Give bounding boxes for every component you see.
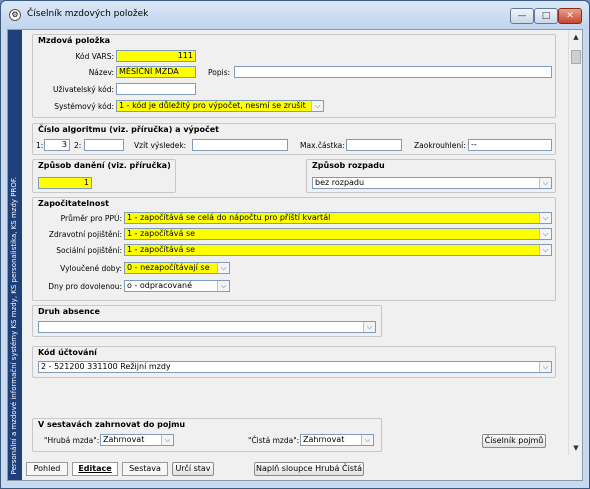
kod-uctovani-value: 2 - 521200 331100 Režijní mzdy	[41, 362, 171, 371]
chevron-down-icon: ⌵	[539, 362, 551, 372]
section-title-zpusob-daneni: Způsob danění (viz. příručka)	[38, 161, 171, 170]
brand-sidebar: Personální a mzdové informační systémy K…	[8, 30, 22, 480]
popis-label: Popis:	[208, 68, 231, 77]
zaokrouhleni-label: Zaokrouhlení:	[414, 141, 466, 150]
systemovy-kod-value: 1 - kód je důležitý pro výpočet, nesmí s…	[119, 101, 306, 110]
napln-sloupce-button[interactable]: Naplň sloupce Hrubá Čistá	[254, 462, 364, 476]
systemovy-kod-select[interactable]: 1 - kód je důležitý pro výpočet, nesmí s…	[116, 100, 324, 112]
close-button[interactable]: ✕	[558, 8, 582, 24]
prumer-ppu-select[interactable]: 1 - započítává se celá do nápočtu pro př…	[124, 212, 552, 224]
algoritmus-1-field[interactable]: 3	[44, 139, 70, 151]
client-area: Personální a mzdové informační systémy K…	[7, 29, 583, 481]
algoritmus-1-label: 1:	[36, 141, 44, 150]
vertical-scrollbar[interactable]: ▲ ▼	[568, 30, 582, 455]
socialni-pojisteni-value: 1 - započítává se	[127, 245, 196, 254]
zdravotni-pojisteni-select[interactable]: 1 - započítává se ⌵	[124, 228, 552, 240]
zpusob-daneni-field[interactable]: 1	[38, 177, 92, 189]
vzit-vysledek-label: Vzít výsledek:	[134, 141, 187, 150]
maximize-button[interactable]: □	[534, 8, 558, 24]
dny-pro-dovolenou-value: o - odpracované	[127, 281, 193, 290]
vzit-vysledek-field[interactable]	[192, 139, 288, 151]
zdravotni-pojisteni-label: Zdravotní pojištění:	[48, 230, 122, 239]
scroll-down-icon[interactable]: ▼	[569, 441, 583, 455]
title-bar[interactable]: ⚙ Číselník mzdových položek — □ ✕	[1, 1, 589, 29]
nazev-label: Název:	[88, 68, 114, 77]
zpusob-rozpadu-value: bez rozpadu	[315, 178, 365, 187]
zaokrouhleni-field[interactable]: --	[468, 139, 552, 151]
ciselnik-pojmu-button[interactable]: Číselník pojmů	[482, 434, 546, 448]
popis-field[interactable]	[234, 66, 552, 78]
scroll-thumb[interactable]	[571, 50, 581, 64]
algoritmus-2-label: 2:	[74, 141, 82, 150]
section-title-algoritmus: Číslo algoritmu (viz. příručka) a výpoče…	[38, 125, 219, 134]
max-castka-label: Max.částka:	[300, 141, 345, 150]
hruba-mzda-value: Zahrnovat	[103, 435, 145, 444]
section-title-mzdova-polozka: Mzdová položka	[38, 36, 111, 45]
uzivatelsky-kod-field[interactable]	[116, 83, 196, 95]
tab-sestava[interactable]: Sestava	[122, 462, 168, 476]
dny-pro-dovolenou-label: Dny pro dovolenou:	[48, 282, 122, 291]
sidebar-text: Personální a mzdové informační systémy K…	[10, 176, 18, 474]
vyloucene-doby-select[interactable]: 0 - nezapočítávají se ⌵	[124, 262, 230, 274]
section-title-sestavy: V sestavách zahrnovat do pojmu	[38, 420, 186, 429]
kod-uctovani-select[interactable]: 2 - 521200 331100 Režijní mzdy ⌵	[38, 361, 552, 373]
urci-stav-button[interactable]: Určí stav	[172, 462, 214, 476]
tab-pohled[interactable]: Pohled	[26, 462, 68, 476]
bottom-toolbar: Pohled Editace Sestava Určí stav Naplň s…	[22, 460, 582, 480]
app-icon: ⚙	[9, 9, 21, 21]
chevron-down-icon: ⌵	[217, 281, 229, 291]
chevron-down-icon: ⌵	[217, 263, 229, 273]
section-title-druh-absence: Druh absence	[38, 307, 100, 316]
zpusob-rozpadu-select[interactable]: bez rozpadu ⌵	[312, 177, 552, 189]
section-title-zapocitatelnost: Započitatelnost	[38, 199, 109, 208]
chevron-down-icon: ⌵	[161, 435, 173, 445]
nazev-field[interactable]: MĚSÍČNÍ MZDA	[116, 66, 196, 78]
prumer-ppu-label: Průměr pro PPÚ:	[60, 214, 122, 223]
hruba-mzda-label: "Hrubá mzda":	[44, 436, 100, 445]
form-content: Mzdová položka Kód VARS: 111 Název: MĚSÍ…	[28, 30, 568, 455]
scroll-up-icon[interactable]: ▲	[569, 30, 583, 44]
window-title: Číselník mzdových položek	[27, 9, 149, 19]
druh-absence-select[interactable]: ⌵	[38, 321, 376, 333]
chevron-down-icon: ⌵	[361, 435, 373, 445]
cista-mzda-select[interactable]: Zahrnovat ⌵	[300, 434, 374, 446]
kod-vars-label: Kód VARS:	[75, 52, 114, 61]
socialni-pojisteni-label: Sociální pojištění:	[56, 246, 122, 255]
kod-vars-field[interactable]: 111	[116, 50, 196, 62]
uzivatelsky-kod-label: Uživatelský kód:	[53, 85, 114, 94]
max-castka-field[interactable]	[346, 139, 402, 151]
chevron-down-icon: ⌵	[539, 213, 551, 223]
systemovy-kod-label: Systémový kód:	[54, 102, 114, 111]
minimize-button[interactable]: —	[510, 8, 534, 24]
vyloucene-doby-label: Vyloučené doby:	[60, 264, 122, 273]
chevron-down-icon: ⌵	[539, 229, 551, 239]
section-title-zpusob-rozpadu: Způsob rozpadu	[312, 161, 385, 170]
socialni-pojisteni-select[interactable]: 1 - započítává se ⌵	[124, 244, 552, 256]
chevron-down-icon: ⌵	[539, 178, 551, 188]
algoritmus-2-field[interactable]	[84, 139, 124, 151]
main-window: ⚙ Číselník mzdových položek — □ ✕ Person…	[0, 0, 590, 489]
cista-mzda-value: Zahrnovat	[303, 435, 345, 444]
chevron-down-icon: ⌵	[539, 245, 551, 255]
hruba-mzda-select[interactable]: Zahrnovat ⌵	[100, 434, 174, 446]
tab-editace[interactable]: Editace	[72, 462, 118, 476]
cista-mzda-label: "Čistá mzda":	[248, 436, 300, 445]
chevron-down-icon: ⌵	[363, 322, 375, 332]
prumer-ppu-value: 1 - započítává se celá do nápočtu pro př…	[127, 213, 331, 222]
dny-pro-dovolenou-select[interactable]: o - odpracované ⌵	[124, 280, 230, 292]
chevron-down-icon: ⌵	[311, 101, 323, 111]
vyloucene-doby-value: 0 - nezapočítávají se	[127, 263, 210, 272]
zdravotni-pojisteni-value: 1 - započítává se	[127, 229, 196, 238]
section-title-kod-uctovani: Kód účtování	[38, 348, 97, 357]
